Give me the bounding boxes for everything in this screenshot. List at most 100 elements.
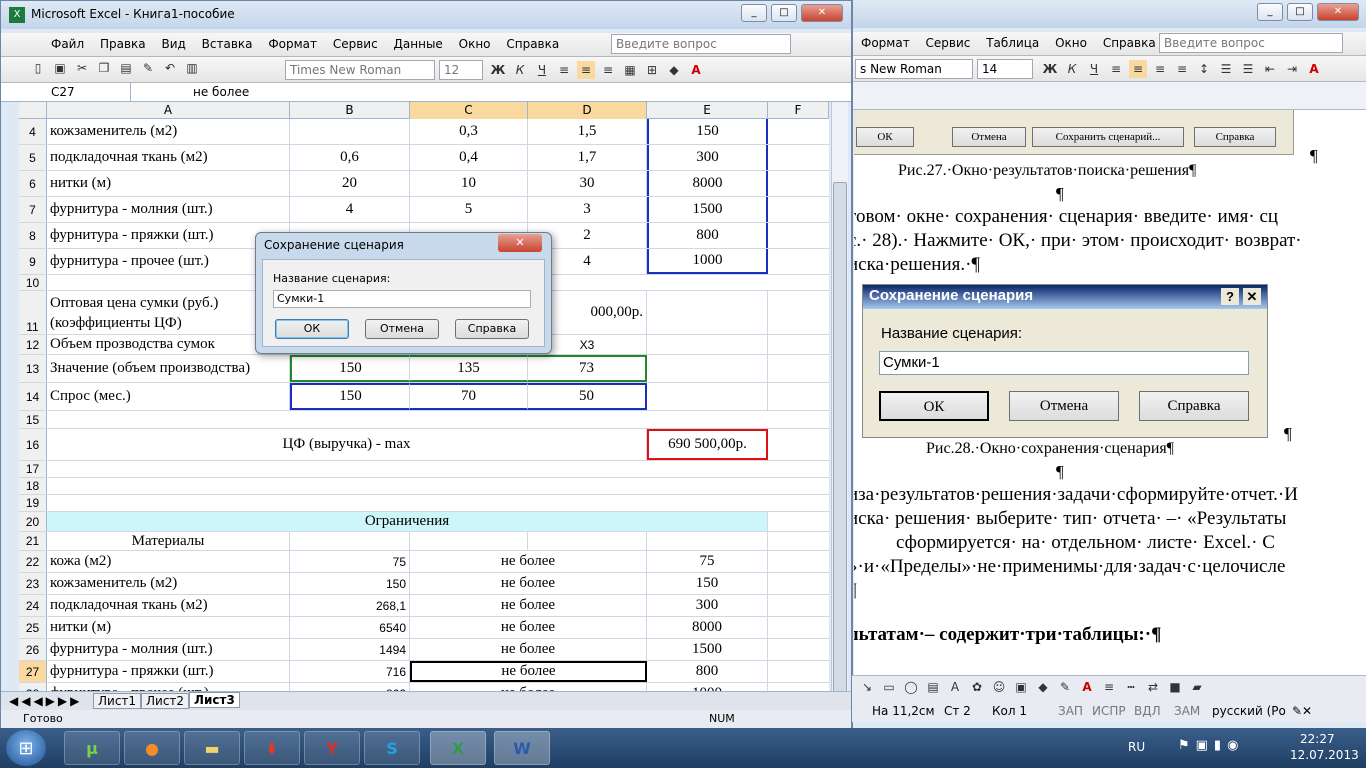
excel-font-size[interactable]: 12 [439,60,483,80]
word-font-color-icon[interactable]: A [1305,60,1323,78]
word-menu-table[interactable]: Таблица [980,32,1045,54]
word-menu-format[interactable]: Формат [855,32,916,54]
paste-icon[interactable]: ▤ [117,59,135,77]
col-header-c[interactable]: C [410,102,528,119]
formula-input[interactable]: не более [193,83,249,101]
dialog-close-button[interactable]: ✕ [498,234,542,252]
menu-edit[interactable]: Правка [94,33,152,55]
scenario-name-input[interactable]: Сумки-1 [273,290,531,308]
tab-sheet1[interactable]: Лист1 [93,693,142,709]
fill-tool-icon[interactable]: ◆ [1034,678,1052,696]
underline-button[interactable]: Ч [533,61,551,79]
word-menu-help[interactable]: Справка [1097,32,1162,54]
numbering-icon[interactable]: ☰ [1217,60,1235,78]
maximize-button[interactable]: □ [771,4,797,22]
menu-help[interactable]: Справка [500,33,565,55]
align-left-icon[interactable]: ≡ [555,61,573,79]
spelling-icon[interactable]: ✎✕ [1292,700,1312,722]
ok-button[interactable]: ОК [275,319,349,339]
tab-sheet3[interactable]: Лист3 [189,692,240,708]
align-right-icon[interactable]: ≡ [599,61,617,79]
vertical-scrollbar[interactable] [831,102,848,702]
word-justify-icon[interactable]: ≡ [1173,60,1191,78]
word-align-center-icon[interactable]: ≡ [1129,60,1147,78]
close-button[interactable]: ✕ [801,4,843,22]
outdent-icon[interactable]: ⇥ [1283,60,1301,78]
word-align-right-icon[interactable]: ≡ [1151,60,1169,78]
merge-icon[interactable]: ▦ [621,61,639,79]
word-font-name[interactable]: s New Roman [855,59,973,79]
diagram-icon[interactable]: ✿ [968,678,986,696]
borders-icon[interactable]: ⊞ [643,61,661,79]
menu-insert[interactable]: Вставка [196,33,259,55]
menu-file[interactable]: Файл [45,33,90,55]
status-ovr[interactable]: ЗАМ [1174,700,1200,722]
arrow-tool-icon[interactable]: ↘ [858,678,876,696]
save-icon[interactable]: ▣ [51,59,69,77]
line-color-icon[interactable]: ✎ [1056,678,1074,696]
minimize-button[interactable]: _ [741,4,767,22]
col-header-b[interactable]: B [290,102,410,119]
new-icon[interactable]: ▯ [29,59,47,77]
wordart-icon[interactable]: A [946,678,964,696]
clipart-icon[interactable]: ☺ [990,678,1008,696]
tab-sheet2[interactable]: Лист2 [141,693,190,709]
textbox-tool-icon[interactable]: ▤ [924,678,942,696]
word-italic-button[interactable]: К [1063,60,1081,78]
excel-help-search[interactable]: Введите вопрос [611,34,791,54]
word-bold-button[interactable]: Ж [1041,60,1059,78]
scroll-thumb[interactable] [833,182,847,702]
menu-window[interactable]: Окно [453,33,497,55]
chart-icon[interactable]: ▥ [183,59,201,77]
col-header-e[interactable]: E [647,102,768,119]
picture-icon[interactable]: ▣ [1012,678,1030,696]
3d-icon[interactable]: ▰ [1188,678,1206,696]
arrow-style-icon[interactable]: ⇄ [1144,678,1162,696]
excel-font-name[interactable]: Times New Roman [285,60,435,80]
tab-nav-icons[interactable]: ◀◀◀▶▶▶ [9,694,82,708]
word-close-button[interactable]: ✕ [1317,3,1359,21]
word-menu-window[interactable]: Окно [1049,32,1093,54]
start-button[interactable]: ⊞ [6,730,46,766]
font-color-icon[interactable]: A [687,61,705,79]
help-button[interactable]: Справка [455,319,529,339]
skype-icon[interactable]: S [364,731,420,765]
word-taskbar-icon[interactable]: W [494,731,550,765]
word-menu-tools[interactable]: Сервис [920,32,977,54]
tray-icons[interactable]: ⚑▣▮◉ [1178,738,1244,753]
indent-icon[interactable]: ⇤ [1261,60,1279,78]
clock-time[interactable]: 22:27 [1300,732,1335,746]
bold-button[interactable]: Ж [489,61,507,79]
fill-color-icon[interactable]: ◆ [665,61,683,79]
yandex-icon[interactable]: Y [304,731,360,765]
menu-tools[interactable]: Сервис [327,33,384,55]
format-painter-icon[interactable]: ✎ [139,59,157,77]
excel-titlebar[interactable]: X Microsoft Excel - Книга1-пособие _ □ ✕ [1,1,851,29]
menu-view[interactable]: Вид [155,33,191,55]
line-style-icon[interactable]: ≡ [1100,678,1118,696]
word-align-left-icon[interactable]: ≡ [1107,60,1125,78]
oval-tool-icon[interactable]: ◯ [902,678,920,696]
menu-data[interactable]: Данные [388,33,449,55]
bullets-icon[interactable]: ☰ [1239,60,1257,78]
rect-tool-icon[interactable]: ▭ [880,678,898,696]
word-font-size[interactable]: 14 [977,59,1033,79]
word-titlebar[interactable]: _ □ ✕ [853,0,1366,28]
cut-icon[interactable]: ✂ [73,59,91,77]
italic-button[interactable]: К [511,61,529,79]
excel-taskbar-icon[interactable]: X [430,731,486,765]
word-help-search[interactable]: Введите вопрос [1159,33,1343,53]
col-header-a[interactable]: A [47,102,290,119]
col-header-f[interactable]: F [768,102,829,119]
folder-icon[interactable]: ▬ [184,731,240,765]
copy-icon[interactable]: ❐ [95,59,113,77]
dash-style-icon[interactable]: ┅ [1122,678,1140,696]
download-icon[interactable]: ⬇ [244,731,300,765]
col-header-d[interactable]: D [528,102,647,119]
status-rec[interactable]: ЗАП [1058,700,1083,722]
status-ext[interactable]: ВДЛ [1134,700,1161,722]
status-trk[interactable]: ИСПР [1092,700,1126,722]
name-box[interactable]: C27 [21,83,131,101]
scenario-dialog-title[interactable]: Сохранение сценария [264,238,404,252]
cancel-button[interactable]: Отмена [365,319,439,339]
